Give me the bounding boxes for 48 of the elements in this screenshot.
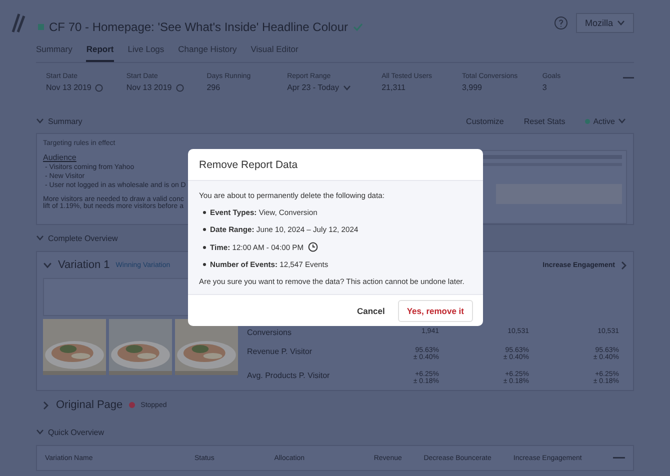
cancel-button[interactable]: Cancel — [350, 304, 391, 316]
status-dot — [128, 402, 135, 408]
experiment-title: CF 70 - Homepage: 'See What's Inside' Headline Colour — [49, 20, 348, 34]
stat-value: 3,999 — [462, 83, 482, 92]
caret-icon — [617, 20, 625, 26]
metric-label: Avg. Products P. Visitor — [247, 371, 331, 380]
confirm-button[interactable]: Yes, remove it — [398, 300, 473, 322]
tab[interactable]: Summary — [36, 38, 72, 62]
tab[interactable]: Live Logs — [128, 38, 164, 62]
section-title: Summary — [48, 116, 82, 126]
info-icon — [176, 84, 184, 92]
info-icon — [95, 84, 104, 92]
more-icon[interactable] — [613, 456, 625, 460]
caret-icon — [618, 118, 626, 124]
stat-value: Nov 13 2019 — [126, 83, 172, 92]
variation-name: Variation 1 — [58, 259, 110, 271]
caret-icon[interactable] — [36, 235, 44, 241]
logo-icon — [10, 12, 26, 34]
tab[interactable]: Visual Editor — [250, 38, 298, 62]
caret-icon[interactable] — [36, 118, 44, 124]
dialog-title: Remove Report Data — [199, 158, 298, 170]
stat-value: Apr 23 - Today — [287, 83, 339, 92]
account-dropdown[interactable]: Mozilla — [576, 13, 634, 33]
section-title: Quick Overview — [48, 428, 104, 436]
metric-label: Conversions — [247, 328, 292, 337]
section-title: Complete Overview — [48, 234, 118, 242]
stat-value: Nov 13 2019 — [46, 83, 92, 92]
help-icon[interactable] — [554, 16, 568, 30]
bullet-icon — [203, 228, 206, 231]
check-icon — [353, 22, 364, 32]
variation-name: Original Page — [56, 399, 123, 411]
bullet-icon — [203, 246, 206, 248]
status-dropdown[interactable]: Active — [577, 114, 634, 128]
caret-icon[interactable] — [43, 262, 52, 268]
bullet-icon — [203, 263, 206, 266]
more-icon[interactable] — [622, 77, 634, 80]
reset-stats-button[interactable]: Reset Stats — [516, 114, 574, 128]
tab[interactable]: Report — [86, 38, 114, 62]
metric-label: Revenue P. Visitor — [247, 347, 314, 356]
caret-icon[interactable] — [36, 429, 44, 435]
customize-button[interactable]: Customize — [458, 114, 512, 128]
stat-value: 3 — [542, 83, 547, 92]
caret-icon[interactable] — [342, 84, 351, 90]
bullet-icon — [203, 211, 206, 214]
stat-value: 21,311 — [382, 83, 406, 92]
stat-value: 296 — [206, 83, 220, 92]
audience-heading: Audience — [43, 153, 76, 162]
tab[interactable]: Change History — [178, 38, 237, 62]
